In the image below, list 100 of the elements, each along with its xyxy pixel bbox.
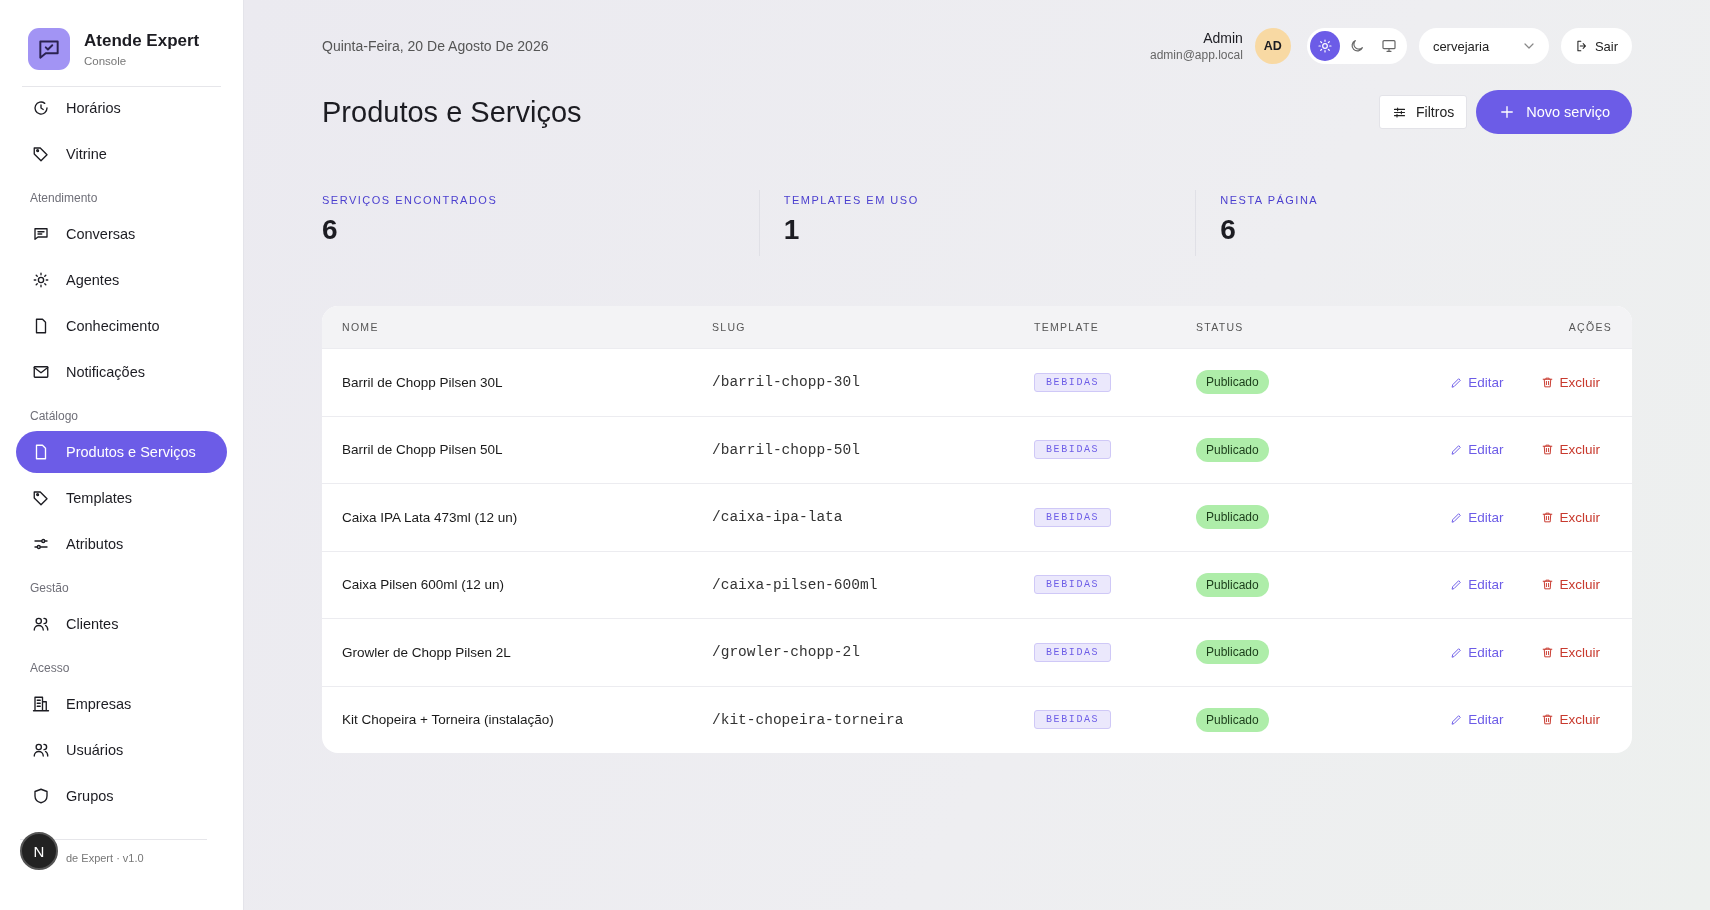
status-badge: Publicado (1196, 505, 1269, 530)
nav-item[interactable]: Horários (16, 87, 227, 129)
nav-item[interactable]: Vitrine (16, 133, 227, 175)
nav-item[interactable]: Notificações (16, 351, 227, 393)
building-icon (32, 695, 50, 713)
user-email: admin@app.local (1149, 48, 1243, 62)
column-header: TEMPLATE (1034, 321, 1101, 333)
nav-item[interactable]: Usuários (16, 729, 227, 771)
app-logo (28, 28, 70, 70)
page-title: Produtos e Serviços (322, 95, 582, 129)
section-heading: Acesso (29, 660, 71, 677)
nav-item[interactable]: Clientes (16, 603, 227, 645)
filter-button[interactable]: Filtros (1379, 95, 1468, 129)
trash-icon (1541, 645, 1555, 659)
pencil-icon (1450, 510, 1464, 524)
sun-icon (32, 271, 50, 289)
nav-item[interactable]: Grupos (16, 775, 227, 817)
table-cell-text: /barril-chopp-50l (712, 441, 861, 458)
app-subtitle: Console (84, 55, 128, 67)
nav-item[interactable]: Conhecimento (16, 305, 227, 347)
table-cell-text: Caixa IPA Lata 473ml (12 un) (342, 509, 519, 525)
section-heading: Atendimento (29, 190, 99, 207)
table-cell-text: /caixa-pilsen-600ml (712, 576, 879, 593)
table-cell-text: /growler-chopp-2l (712, 644, 861, 661)
stat-value: 1 (783, 214, 801, 246)
template-tag: BEBIDAS (1034, 372, 1112, 392)
status-badge: Publicado (1196, 640, 1269, 665)
pencil-icon (1450, 713, 1464, 727)
delete-link[interactable]: Excluir (1541, 509, 1600, 525)
stat-value: 6 (322, 214, 339, 246)
section-heading: Gestão (29, 580, 70, 597)
trash-icon (1541, 510, 1555, 524)
nav-item[interactable]: Conversas (16, 213, 227, 255)
sun-icon (1316, 38, 1333, 54)
template-tag: BEBIDAS (1034, 507, 1112, 527)
pencil-icon (1450, 375, 1464, 389)
clock-icon (32, 99, 50, 117)
table-cell-text: Barril de Chopp Pilsen 30L (342, 374, 504, 390)
stat-value: 6 (1220, 214, 1237, 246)
column-header: AÇÕES (1567, 321, 1612, 333)
edit-link[interactable]: Editar (1450, 374, 1504, 390)
edit-link[interactable]: Editar (1450, 644, 1504, 660)
status-badge: Publicado (1196, 370, 1269, 395)
nav-item[interactable]: Templates (16, 477, 227, 519)
trash-icon (1541, 375, 1555, 389)
template-tag: BEBIDAS (1034, 440, 1112, 460)
edit-link[interactable]: Editar (1450, 442, 1504, 458)
table-cell-text: Kit Chopeira + Torneira (instalação) (342, 712, 555, 728)
column-header: NOME (342, 321, 380, 333)
delete-link[interactable]: Excluir (1541, 374, 1600, 390)
edit-link[interactable]: Editar (1450, 577, 1504, 593)
nav-item[interactable]: Empresas (16, 683, 227, 725)
edit-link[interactable]: Editar (1450, 509, 1504, 525)
nav-item[interactable]: Atributos (16, 523, 227, 565)
trash-icon (1541, 443, 1555, 457)
table-cell-text: Barril de Chopp Pilsen 50L (342, 442, 504, 458)
status-badge: Publicado (1196, 437, 1269, 462)
monitor-icon (1380, 38, 1397, 54)
tag-icon (32, 489, 50, 507)
nav-item[interactable]: Produtos e Serviços (16, 431, 227, 473)
delete-link[interactable]: Excluir (1541, 644, 1600, 660)
section-heading: Catálogo (29, 408, 80, 425)
trash-icon (1541, 578, 1555, 592)
stat-label: NESTA PÁGINA (1220, 194, 1320, 206)
delete-link[interactable]: Excluir (1541, 442, 1600, 458)
table-cell-text: Caixa Pilsen 600ml (12 un) (342, 577, 506, 593)
table-cell-text: Growler de Chopp Pilsen 2L (342, 644, 512, 660)
chat-icon (32, 225, 50, 243)
status-badge: Publicado (1196, 707, 1269, 732)
shield-icon (32, 787, 50, 805)
new-service-button[interactable]: Novo serviço (1476, 90, 1632, 134)
table-cell-text: /barril-chopp-30l (712, 374, 861, 391)
status-badge: Publicado (1196, 572, 1269, 597)
pencil-icon (1450, 578, 1464, 592)
users-icon (32, 741, 50, 759)
app-name: Atende Expert (84, 31, 200, 51)
delete-link[interactable]: Excluir (1541, 712, 1600, 728)
template-tag: BEBIDAS (1034, 710, 1112, 730)
column-header: STATUS (1196, 321, 1245, 333)
nav-item[interactable]: Agentes (16, 259, 227, 301)
dev-badge[interactable]: N (20, 832, 58, 870)
logout-icon (1574, 39, 1589, 53)
delete-link[interactable]: Excluir (1541, 577, 1600, 593)
table-cell-text: /caixa-ipa-lata (712, 509, 844, 526)
theme-button[interactable] (1309, 31, 1340, 61)
trash-icon (1541, 713, 1555, 727)
edit-link[interactable]: Editar (1450, 712, 1504, 728)
pencil-icon (1450, 443, 1464, 457)
pencil-icon (1450, 645, 1464, 659)
tag-icon (32, 145, 50, 163)
version-text: de Expert · v1.0 (66, 852, 144, 864)
user-name: Admin (1202, 30, 1243, 46)
users-icon (32, 615, 50, 633)
mail-icon (32, 363, 50, 381)
stat-label: SERVIÇOS ENCONTRADOS (322, 194, 499, 206)
company-select[interactable]: cervejaria (1418, 28, 1549, 64)
table-cell-text: /kit-chopeira-torneira (712, 711, 905, 728)
avatar: AD (1254, 28, 1291, 64)
logout-button[interactable]: Sair (1560, 28, 1632, 64)
template-tag: BEBIDAS (1034, 642, 1112, 662)
